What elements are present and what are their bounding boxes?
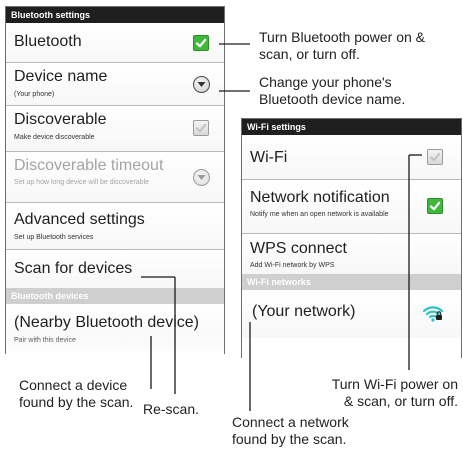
device-name-callout-line2: Bluetooth device name. [259,91,406,107]
bt-power-callout-line2: scan, or turn off. [259,46,360,62]
device-name-callout: Change your phone's Bluetooth device nam… [259,74,405,108]
bt-power-callout-line1: Turn Bluetooth power on & [259,29,426,45]
bt-power-callout: Turn Bluetooth power on & scan, or turn … [259,29,425,63]
connect-network-callout-line1: Connect a network [232,414,349,430]
wifi-power-callout-line1: Turn Wi-Fi power on [331,376,458,392]
connect-device-callout-line1: Connect a device [19,377,128,393]
rescan-callout: Re-scan. [143,401,199,418]
wifi-power-callout-line2: & scan, or turn off. [343,393,458,409]
rescan-callout-line1: Re-scan. [143,401,200,417]
connect-device-callout-line2: found by the scan. [19,394,134,410]
wifi-power-callout: Turn Wi-Fi power on & scan, or turn off. [332,376,458,410]
connect-network-callout: Connect a network found by the scan. [232,414,349,448]
connect-network-callout-line2: found by the scan. [232,431,347,447]
connect-device-callout: Connect a device found by the scan. [19,377,133,411]
device-name-callout-line1: Change your phone's [259,74,392,90]
